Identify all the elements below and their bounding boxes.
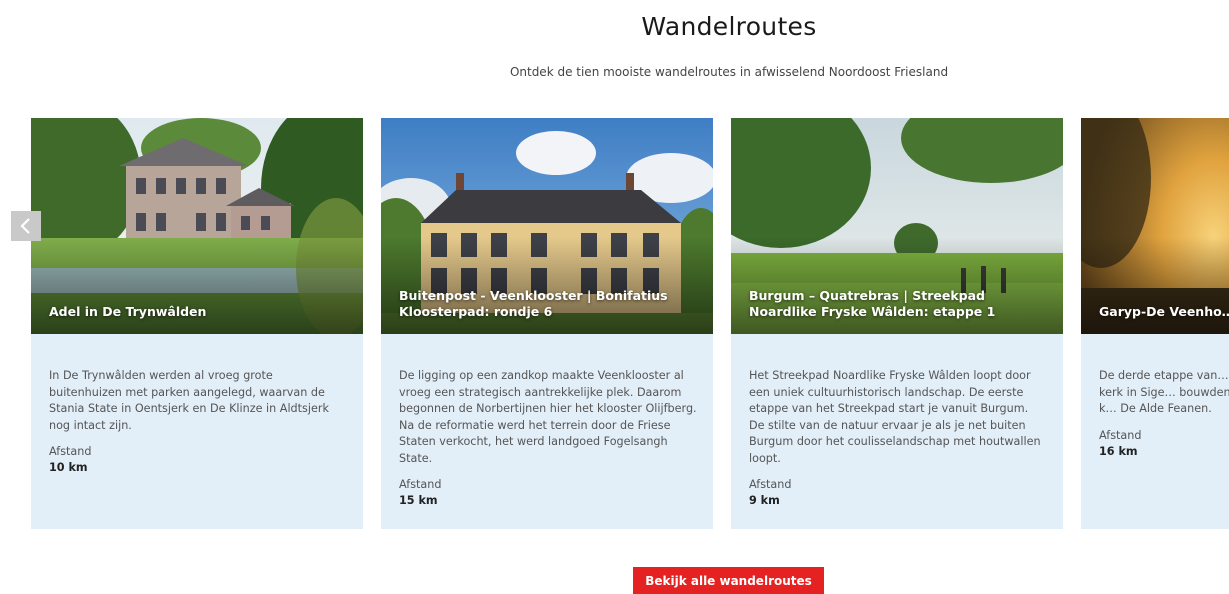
- distance-label: Afstand: [1099, 428, 1142, 442]
- route-title: Garyp-De Veenho… Kloosterpad: etap…: [1099, 304, 1229, 319]
- route-description: In De Trynwâlden werden al vroeg grote b…: [49, 369, 329, 432]
- route-card[interactable]: Garyp-De Veenho… Kloosterpad: etap… De d…: [1081, 118, 1229, 529]
- route-title: Adel in De Trynwâlden: [49, 304, 207, 319]
- route-card[interactable]: Adel in De Trynwâlden In De Trynwâlden w…: [31, 118, 363, 529]
- distance-label: Afstand: [399, 478, 442, 491]
- route-title: Burgum – Quatrebras | Streekpad Noardlik…: [749, 288, 996, 319]
- page-title: Wandelroutes: [641, 12, 817, 41]
- route-image: Garyp-De Veenho… Kloosterpad: etap…: [1081, 118, 1229, 334]
- page-subtitle: Ontdek de tien mooiste wandelroutes in a…: [509, 65, 949, 79]
- distance-label: Afstand: [49, 445, 92, 458]
- route-card[interactable]: Buitenpost - Veenklooster | Bonifatius K…: [381, 118, 713, 529]
- distance-label: Afstand: [749, 478, 792, 491]
- route-image: Buitenpost - Veenklooster | Bonifatius K…: [381, 118, 713, 334]
- view-all-routes-button[interactable]: Bekijk alle wandelroutes: [633, 567, 824, 594]
- distance-value: 9 km: [749, 494, 780, 507]
- route-description: De derde etappe van… staat in het teken …: [1099, 369, 1229, 415]
- route-image: Adel in De Trynwâlden: [31, 118, 363, 334]
- route-image: Burgum – Quatrebras | Streekpad Noardlik…: [731, 118, 1063, 334]
- distance-value: 15 km: [399, 494, 438, 507]
- distance-value: 16 km: [1099, 444, 1138, 458]
- route-description: Het Streekpad Noardlike Fryske Wâlden lo…: [749, 369, 1041, 465]
- route-description: De ligging op een zandkop maakte Veenklo…: [399, 369, 697, 465]
- route-title: Buitenpost - Veenklooster | Bonifatius K…: [399, 288, 668, 319]
- route-card[interactable]: Burgum – Quatrebras | Streekpad Noardlik…: [731, 118, 1063, 529]
- chevron-left-icon: [20, 218, 30, 234]
- distance-value: 10 km: [49, 461, 88, 474]
- carousel-prev-button[interactable]: [11, 211, 41, 241]
